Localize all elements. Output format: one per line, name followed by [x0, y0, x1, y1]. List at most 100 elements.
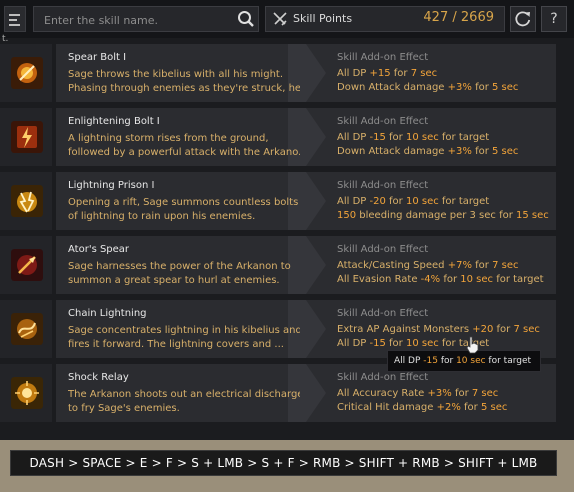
skill-name: Shock Relay: [68, 372, 129, 383]
crossed-swords-icon: [273, 12, 287, 26]
skill-row[interactable]: Lightning Prison I Opening a rift, Sage …: [0, 172, 556, 230]
tooltip-text: for: [437, 356, 457, 366]
skill-row[interactable]: Shock Relay The Arkanon shoots out an el…: [0, 364, 556, 422]
effect-text: for: [493, 324, 514, 335]
skill-description-line: fires it forward. The lightning covers a…: [68, 339, 284, 350]
effect-value: +20: [472, 324, 494, 335]
effect-duration: 7 sec: [471, 388, 499, 399]
skill-name: Lightning Prison I: [68, 180, 155, 191]
effect-value: -20: [369, 196, 386, 207]
skill-points-total: 2669: [460, 10, 494, 25]
effect-text: All DP: [337, 196, 370, 207]
skill-description: Sage throws the kibelius with all his mi…: [68, 68, 300, 96]
skill-effect-line: All DP -20 for 10 sec for target: [337, 196, 489, 207]
effect-text: Down Attack damage: [337, 82, 448, 93]
skill-name: Ator's Spear: [68, 244, 130, 255]
skill-row[interactable]: Enlightening Bolt I A lightning storm ri…: [0, 108, 556, 166]
hamburger-icon-line: [9, 19, 17, 21]
skill-effect-line: All DP +15 for 7 sec: [337, 68, 437, 79]
skill-description-line: Phasing through enemies as they're struc…: [68, 83, 300, 94]
skill-points-panel: Skill Points 427 / 2669: [265, 6, 505, 32]
hamburger-icon: [9, 14, 20, 16]
skill-row[interactable]: Spear Bolt I Sage throws the kibelius wi…: [0, 44, 556, 102]
effect-duration: 15 sec: [516, 210, 549, 221]
skill-card: Spear Bolt I Sage throws the kibelius wi…: [56, 44, 556, 102]
effect-text: for: [471, 82, 492, 93]
effect-text: Attack/Casting Speed: [337, 260, 448, 271]
effect-text: for: [460, 402, 481, 413]
effect-text: All Evasion Rate: [337, 274, 421, 285]
skill-description-line: Sage throws the kibelius with all his mi…: [68, 69, 283, 80]
effect-duration: 5 sec: [492, 146, 519, 157]
refresh-icon: [515, 11, 531, 27]
enlightening-bolt-icon: [11, 121, 43, 153]
search-input[interactable]: [42, 7, 232, 33]
skill-effect-line: Attack/Casting Speed +7% for 7 sec: [337, 260, 518, 271]
ators-spear-icon: [11, 249, 43, 281]
skill-card: Enlightening Bolt I A lightning storm ri…: [56, 108, 556, 166]
effect-text: Extra AP Against Monsters: [337, 324, 473, 335]
skill-icon-cell: [0, 172, 52, 230]
effect-value: +15: [369, 68, 391, 79]
effect-text: for target: [438, 132, 490, 143]
effect-text: All DP: [337, 338, 370, 349]
effect-text: All DP: [337, 68, 370, 79]
skill-description-line: to fry Sage's enemies.: [68, 403, 180, 414]
effect-text: for: [440, 274, 461, 285]
spear-bolt-icon: [11, 57, 43, 89]
effect-text: for target: [438, 196, 490, 207]
skill-icon-cell: [0, 300, 52, 358]
effect-duration: 10 sec: [460, 274, 494, 285]
skill-card: Lightning Prison I Opening a rift, Sage …: [56, 172, 556, 230]
effect-text: for: [385, 196, 406, 207]
shock-relay-icon: [11, 377, 43, 409]
search-box: [33, 6, 259, 33]
search-icon[interactable]: [236, 9, 256, 29]
effect-duration: 7 sec: [410, 68, 438, 79]
effect-duration: 10 sec: [405, 132, 439, 143]
effect-value: +7%: [447, 260, 472, 271]
skill-effect-line: Critical Hit damage +2% for 5 sec: [337, 402, 507, 413]
top-toolbar: Skill Points 427 / 2669 ?: [0, 0, 574, 38]
effect-text: for: [471, 260, 493, 271]
tooltip-duration: 10 sec: [456, 356, 486, 366]
skill-description: Sage harnesses the power of the Arkanon …: [68, 260, 300, 288]
skill-effect-title: Skill Add-on Effect: [337, 244, 429, 255]
corner-mark: t.: [2, 34, 9, 44]
skill-effect-line: 150 bleeding damage per 3 sec for 15 sec: [337, 210, 549, 221]
skill-effect-line: Extra AP Against Monsters +20 for 7 sec: [337, 324, 540, 335]
effect-text: for: [385, 132, 406, 143]
help-button[interactable]: ?: [541, 6, 567, 32]
skill-effect-title: Skill Add-on Effect: [337, 372, 429, 383]
effect-value: -4%: [420, 274, 441, 285]
combo-sequence: DASH > SPACE > E > F > S + LMB > S + F >…: [10, 450, 557, 476]
tooltip-value: -15: [423, 356, 438, 366]
skill-description: Sage concentrates lightning in his kibel…: [68, 324, 300, 352]
skill-description-line: followed by a powerful attack with the A…: [68, 147, 300, 158]
effect-text: for target: [493, 274, 544, 285]
hand-cursor-icon: [466, 336, 479, 354]
skill-row[interactable]: Ator's Spear Sage harnesses the power of…: [0, 236, 556, 294]
effect-value: +2%: [436, 402, 461, 413]
skill-effect-title: Skill Add-on Effect: [337, 116, 429, 127]
chain-lightning-icon: [11, 313, 43, 345]
refresh-button[interactable]: [510, 6, 536, 32]
effect-value: -15: [369, 132, 386, 143]
skill-effect-title: Skill Add-on Effect: [337, 308, 429, 319]
effect-text: for: [471, 146, 492, 157]
menu-button[interactable]: [4, 6, 26, 32]
effect-text: for: [385, 338, 406, 349]
lightning-prison-icon: [11, 185, 43, 217]
skill-points-label: Skill Points: [293, 12, 353, 25]
tooltip-text: for target: [485, 356, 532, 366]
skill-description-line: The Arkanon shoots out an electrical dis…: [68, 389, 300, 400]
skill-icon-cell: [0, 236, 52, 294]
effect-text: bleeding damage per 3 sec for: [356, 210, 517, 221]
skill-effect-title: Skill Add-on Effect: [337, 52, 429, 63]
effect-value: 150: [337, 210, 357, 221]
skill-card: Ator's Spear Sage harnesses the power of…: [56, 236, 556, 294]
skill-effect-line: Down Attack damage +3% for 5 sec: [337, 146, 518, 157]
effect-value: +3%: [447, 82, 472, 93]
effect-text: Down Attack damage: [337, 146, 448, 157]
skill-description-line: Sage harnesses the power of the Arkanon …: [68, 261, 291, 272]
